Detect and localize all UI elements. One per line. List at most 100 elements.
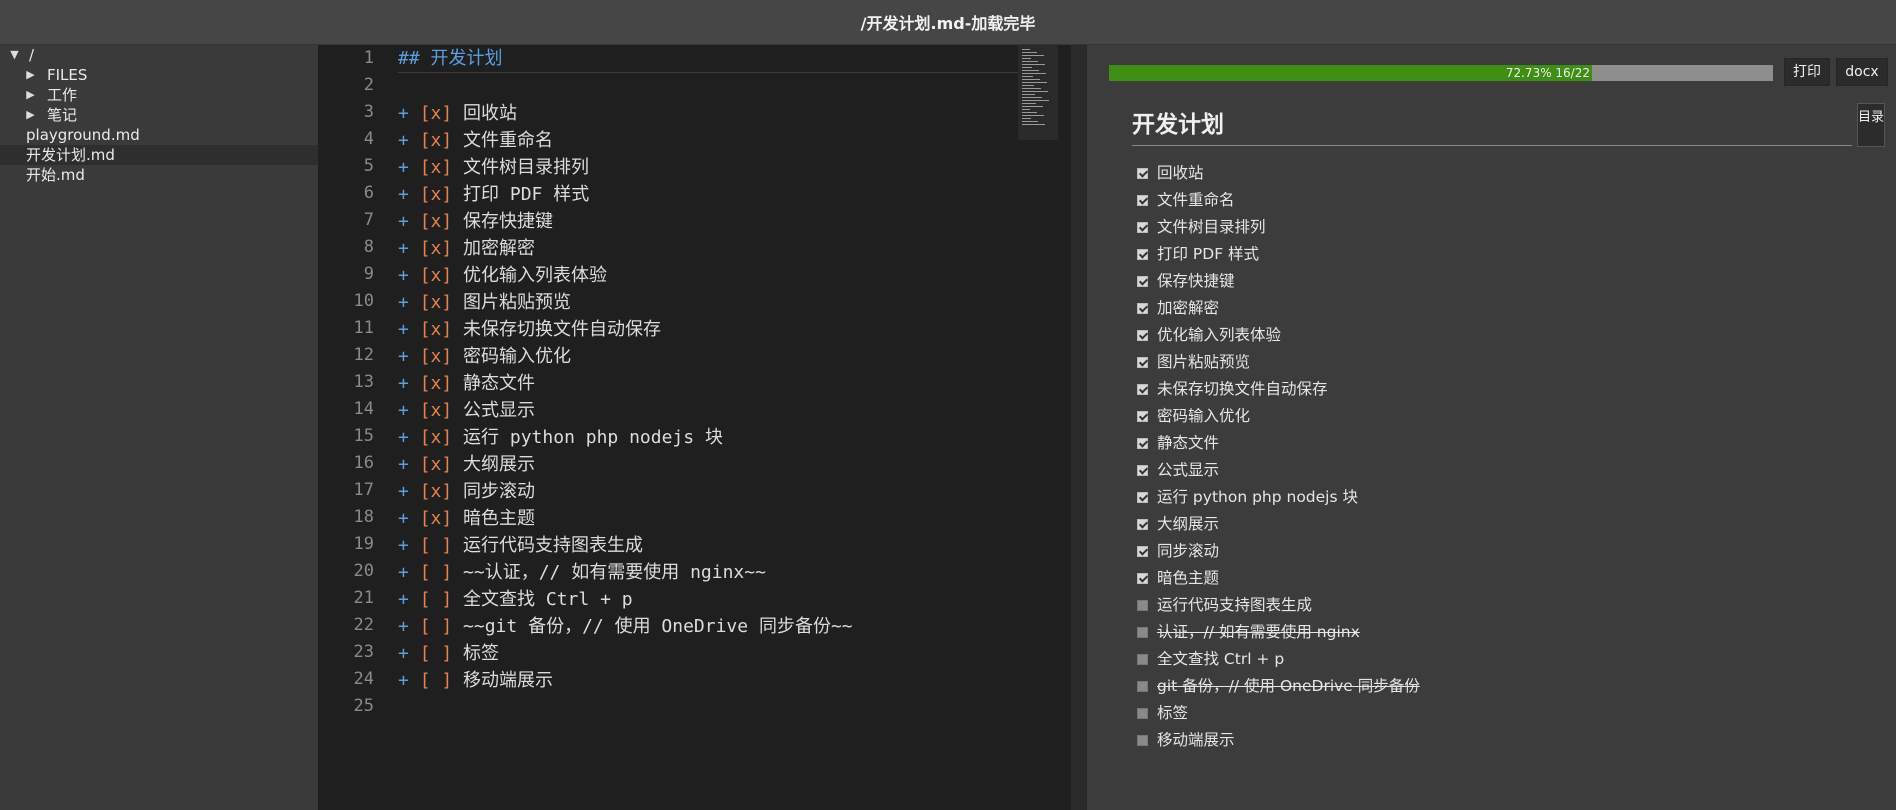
code-line[interactable]: + [x] 运行 python php nodejs 块 — [398, 424, 1018, 451]
line-number: 9 — [363, 264, 374, 284]
tree-folder[interactable]: ▶ FILES — [0, 65, 318, 85]
code-line[interactable]: + [x] 图片粘贴预览 — [398, 289, 1018, 316]
code-line[interactable]: + [ ] ~~git 备份，// 使用 OneDrive 同步备份~~ — [398, 613, 1018, 640]
task-item: 标签 — [1137, 700, 1420, 727]
checkbox-checked-icon[interactable] — [1137, 546, 1148, 557]
code-line[interactable]: + [x] 文件重命名 — [398, 127, 1018, 154]
tree-root-label: / — [29, 46, 35, 64]
task-marker: [x] — [419, 265, 453, 286]
task-item: 保存快捷键 — [1137, 268, 1420, 295]
minimap-line — [1022, 100, 1049, 101]
line-text: 标签 — [463, 643, 500, 664]
checkbox-unchecked-icon[interactable] — [1137, 627, 1148, 638]
task-marker: [x] — [419, 427, 453, 448]
code-line[interactable]: + [ ] ~~认证，// 如有需要使用 nginx~~ — [398, 559, 1018, 586]
code-area[interactable]: ## 开发计划 + [x] 回收站 + [x] 文件重命名 + [x] 文件树目录排列… — [398, 45, 1018, 721]
tree-root[interactable]: ▼ / — [0, 45, 318, 65]
checkbox-checked-icon[interactable] — [1137, 357, 1148, 368]
code-line[interactable]: + [x] 打印 PDF 样式 — [398, 181, 1018, 208]
line-number: 23 — [353, 642, 374, 662]
line-number: 2 — [363, 75, 374, 95]
checkbox-checked-icon[interactable] — [1137, 438, 1148, 449]
docx-button[interactable]: docx — [1836, 58, 1888, 86]
tree-file[interactable]: 开发计划.md — [0, 145, 318, 165]
task-marker: [ ] — [419, 535, 453, 556]
checkbox-checked-icon[interactable] — [1137, 573, 1148, 584]
caret-right-icon[interactable]: ▶ — [24, 65, 37, 85]
line-text: ~~git 备份，// 使用 OneDrive 同步备份~~ — [463, 616, 853, 637]
code-line[interactable]: + [ ] 移动端展示 — [398, 667, 1018, 694]
checkbox-checked-icon[interactable] — [1137, 411, 1148, 422]
code-line[interactable]: ## 开发计划 — [398, 45, 1018, 73]
document-title: 开发计划 — [1132, 105, 1852, 146]
minimap-line — [1022, 55, 1044, 56]
task-text: 优化输入列表体验 — [1157, 326, 1282, 344]
checkbox-checked-icon[interactable] — [1137, 276, 1148, 287]
code-line[interactable]: + [x] 静态文件 — [398, 370, 1018, 397]
code-line[interactable] — [398, 694, 1018, 721]
checkbox-checked-icon[interactable] — [1137, 519, 1148, 530]
checkbox-checked-icon[interactable] — [1137, 465, 1148, 476]
code-line[interactable]: + [x] 大纲展示 — [398, 451, 1018, 478]
line-number: 8 — [363, 237, 374, 257]
line-number: 17 — [353, 480, 374, 500]
line-text: 移动端展示 — [463, 670, 554, 691]
code-line[interactable]: + [x] 文件树目录排列 — [398, 154, 1018, 181]
pane-splitter[interactable] — [1071, 45, 1087, 810]
markdown-editor[interactable]: 1 2 3 4 5 6 7 8 9 10 11 12 13 14 15 16 17 18 19 20 21 22 23 24 2… — [318, 45, 1071, 810]
progress-bar: 72.73% 16/22 — [1109, 65, 1773, 81]
minimap[interactable] — [1018, 45, 1058, 140]
checkbox-checked-icon[interactable] — [1137, 492, 1148, 503]
line-number: 22 — [353, 615, 374, 635]
checkbox-unchecked-icon[interactable] — [1137, 654, 1148, 665]
code-line[interactable]: + [x] 优化输入列表体验 — [398, 262, 1018, 289]
code-line[interactable] — [398, 73, 1018, 100]
code-line[interactable]: + [x] 公式显示 — [398, 397, 1018, 424]
code-line[interactable]: + [x] 同步滚动 — [398, 478, 1018, 505]
toc-button[interactable]: 目录 — [1857, 103, 1885, 147]
code-line[interactable]: + [x] 暗色主题 — [398, 505, 1018, 532]
task-item: 文件重命名 — [1137, 187, 1420, 214]
checkbox-checked-icon[interactable] — [1137, 303, 1148, 314]
code-line[interactable]: + [x] 保存快捷键 — [398, 208, 1018, 235]
code-line[interactable]: + [x] 未保存切换文件自动保存 — [398, 316, 1018, 343]
code-line[interactable]: + [x] 加密解密 — [398, 235, 1018, 262]
task-marker: [ ] — [419, 616, 453, 637]
tree-item-label: FILES — [47, 66, 88, 84]
checkbox-checked-icon[interactable] — [1137, 222, 1148, 233]
tree-folder[interactable]: ▶ 工作 — [0, 85, 318, 105]
checkbox-checked-icon[interactable] — [1137, 168, 1148, 179]
line-number-gutter: 1 2 3 4 5 6 7 8 9 10 11 12 13 14 15 16 17 18 19 20 21 22 23 24 2… — [318, 45, 374, 810]
task-item: 运行 python php nodejs 块 — [1137, 484, 1420, 511]
checkbox-checked-icon[interactable] — [1137, 249, 1148, 260]
task-item: 回收站 — [1137, 160, 1420, 187]
task-marker: [x] — [419, 508, 453, 529]
task-marker: [x] — [419, 130, 453, 151]
task-marker: [x] — [419, 346, 453, 367]
task-item: 密码输入优化 — [1137, 403, 1420, 430]
checkbox-unchecked-icon[interactable] — [1137, 600, 1148, 611]
tree-file[interactable]: 开始.md — [0, 165, 318, 185]
line-number: 11 — [353, 318, 374, 338]
list-marker: + — [398, 211, 409, 232]
checkbox-checked-icon[interactable] — [1137, 195, 1148, 206]
print-button[interactable]: 打印 — [1784, 58, 1830, 86]
code-line[interactable]: + [x] 密码输入优化 — [398, 343, 1018, 370]
line-text: ~~认证，// 如有需要使用 nginx~~ — [463, 562, 766, 583]
checkbox-checked-icon[interactable] — [1137, 384, 1148, 395]
checkbox-unchecked-icon[interactable] — [1137, 708, 1148, 719]
line-number: 14 — [353, 399, 374, 419]
checkbox-unchecked-icon[interactable] — [1137, 681, 1148, 692]
caret-right-icon[interactable]: ▶ — [24, 85, 37, 105]
checkbox-unchecked-icon[interactable] — [1137, 735, 1148, 746]
tree-file[interactable]: playground.md — [0, 125, 318, 145]
code-line[interactable]: + [ ] 运行代码支持图表生成 — [398, 532, 1018, 559]
checkbox-checked-icon[interactable] — [1137, 330, 1148, 341]
code-line[interactable]: + [ ] 全文查找 Ctrl + p — [398, 586, 1018, 613]
caret-down-icon[interactable]: ▼ — [8, 45, 21, 65]
caret-right-icon[interactable]: ▶ — [24, 105, 37, 125]
task-text: 文件重命名 — [1157, 191, 1235, 209]
code-line[interactable]: + [ ] 标签 — [398, 640, 1018, 667]
tree-folder[interactable]: ▶ 笔记 — [0, 105, 318, 125]
code-line[interactable]: + [x] 回收站 — [398, 100, 1018, 127]
